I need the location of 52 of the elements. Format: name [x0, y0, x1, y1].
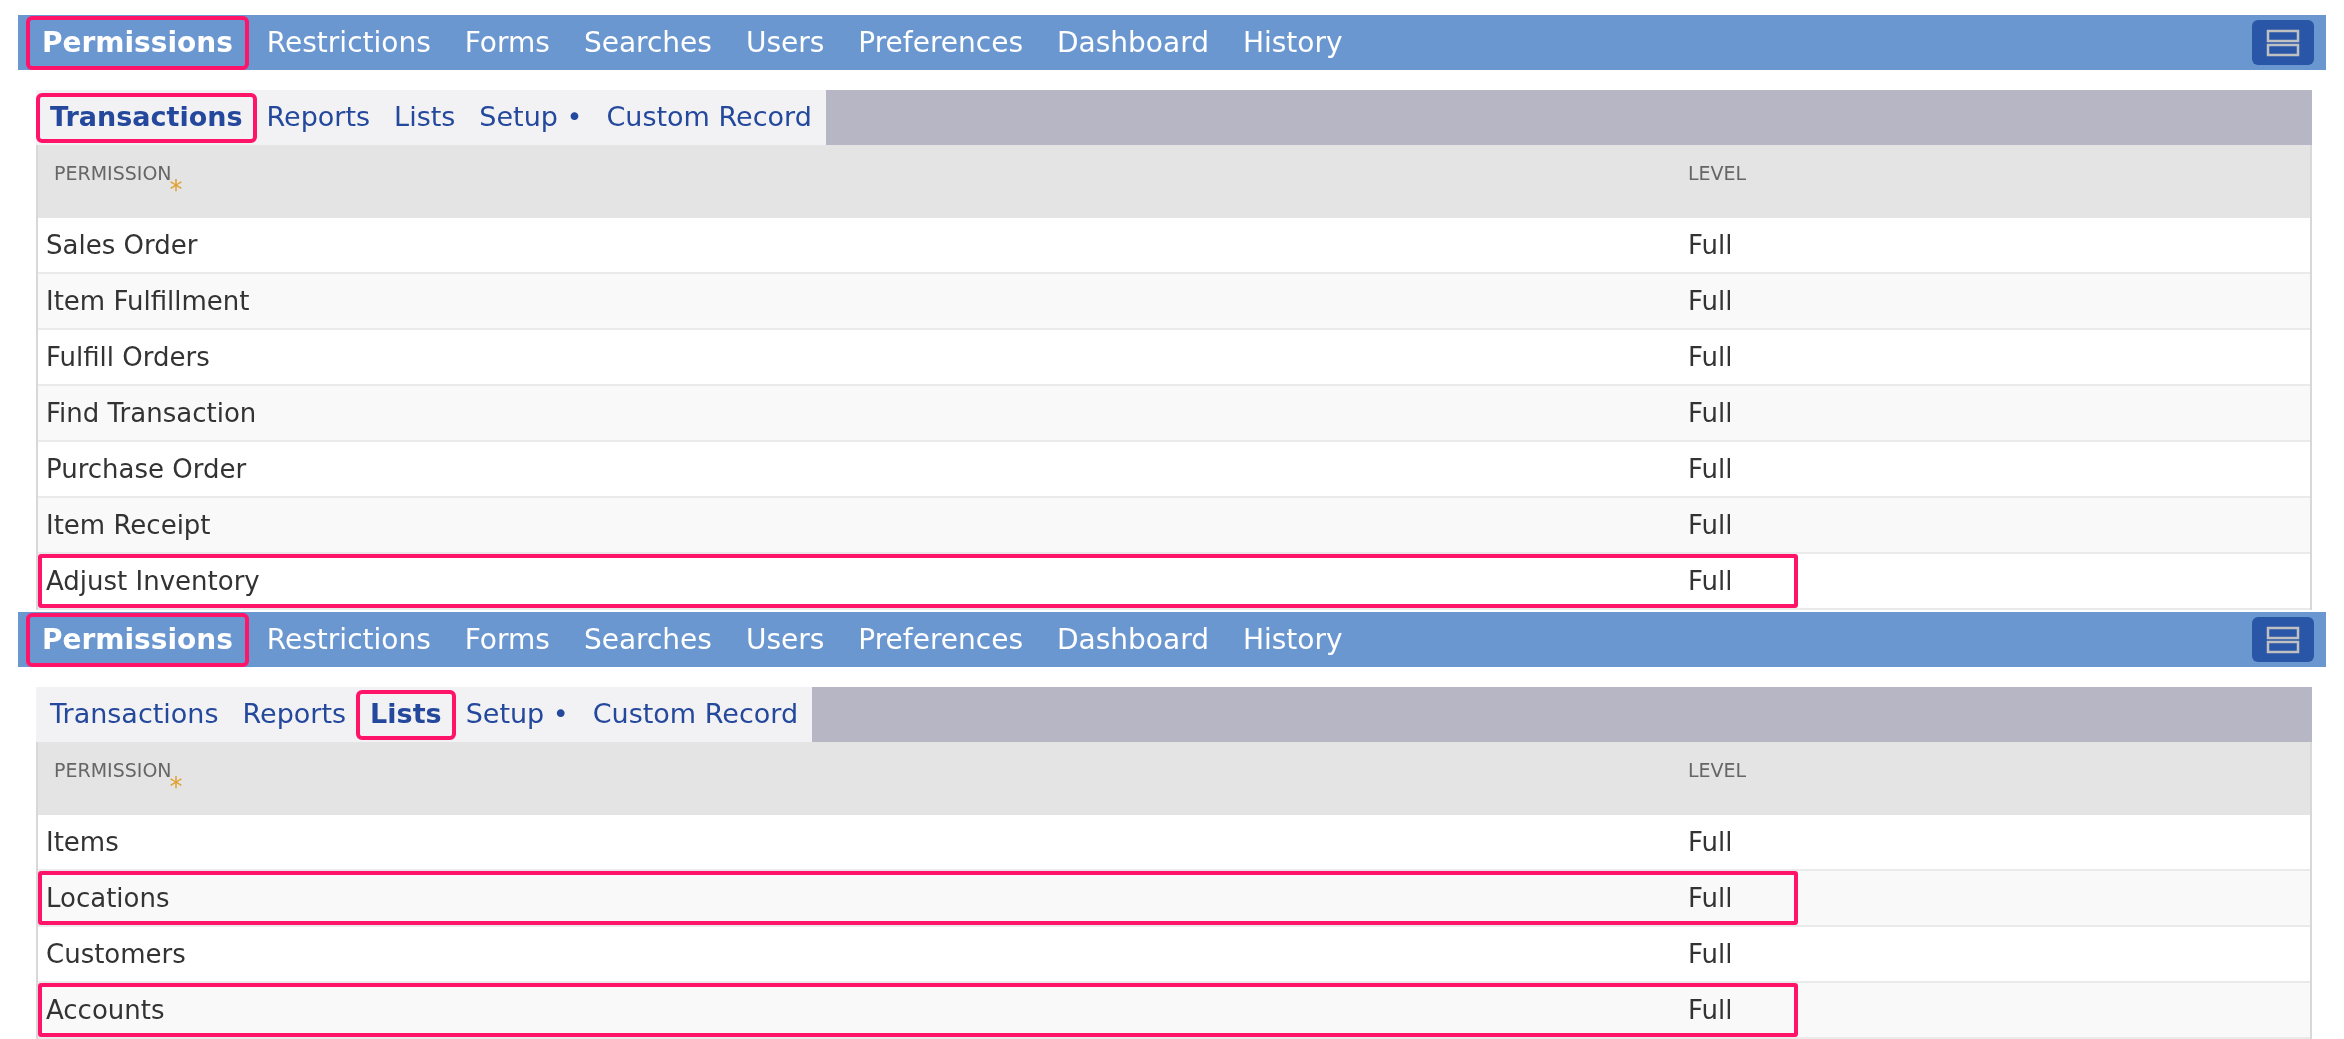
main-tab[interactable]: Searches [571, 616, 724, 663]
main-tab[interactable]: Preferences [846, 19, 1035, 66]
table-cell-text: Full [1688, 564, 1733, 598]
main-tab[interactable]: History [1230, 616, 1355, 663]
sub-tab[interactable]: Custom Record [582, 693, 809, 736]
main-tab[interactable]: Forms [452, 19, 562, 66]
table-cell-text: Accounts [45, 993, 166, 1027]
required-asterisk: * [169, 175, 183, 207]
main-tab[interactable]: Restrictions [254, 19, 443, 66]
table-cell-text: Full [1688, 993, 1733, 1027]
table-cell-text: Purchase Order [45, 452, 248, 486]
main-tab[interactable]: Forms [452, 616, 562, 663]
sub-tab[interactable]: Setup • [455, 693, 579, 736]
table-cell-text: Full [1688, 881, 1733, 915]
table-cell-text: Full [1688, 284, 1733, 318]
main-tab[interactable]: History [1230, 19, 1355, 66]
two-rows-icon [2266, 28, 2300, 57]
main-tab[interactable]: Searches [571, 19, 724, 66]
layout-toggle-button[interactable] [2252, 20, 2314, 65]
main-tab[interactable]: Dashboard [1045, 19, 1221, 66]
table-cell-text: Item Fulfillment [45, 284, 251, 318]
table-cell-text: Items [45, 825, 120, 859]
sub-tab[interactable]: Reports [256, 96, 381, 139]
table-cell-text: Full [1688, 228, 1733, 262]
main-tab[interactable]: Preferences [846, 616, 1035, 663]
main-tab[interactable]: Restrictions [254, 616, 443, 663]
sub-tab[interactable]: Reports [232, 693, 357, 736]
table-cell-text: Full [1688, 825, 1733, 859]
column-header: LEVEL [1688, 758, 1747, 783]
table-cell-text: Full [1688, 396, 1733, 430]
sub-tab[interactable]: Lists [384, 96, 466, 139]
table-cell-text: Fulfill Orders [45, 340, 211, 374]
main-tab[interactable]: Users [733, 616, 837, 663]
table-cell-text: Find Transaction [45, 396, 258, 430]
table-cell-text: Customers [45, 937, 187, 971]
table-cell-text: Adjust Inventory [45, 564, 261, 598]
table-cell-text: Sales Order [45, 228, 199, 262]
table-cell-text: Full [1688, 452, 1733, 486]
main-tab[interactable]: Users [733, 19, 837, 66]
table-cell-text: Full [1688, 937, 1733, 971]
sub-tab[interactable]: Transactions [40, 693, 229, 736]
table-cell-text: Locations [45, 881, 171, 915]
two-rows-icon [2266, 625, 2300, 654]
main-tab[interactable]: Dashboard [1045, 616, 1221, 663]
column-header: LEVEL [1688, 161, 1747, 186]
table-cell-text: Full [1688, 508, 1733, 542]
sub-tab[interactable]: Custom Record [596, 96, 822, 139]
required-asterisk: * [169, 772, 183, 804]
table-cell-text: Item Receipt [45, 508, 212, 542]
layout-toggle-button[interactable] [2252, 617, 2314, 662]
sub-tab[interactable]: Setup • [469, 96, 593, 139]
table-cell-text: Full [1688, 340, 1733, 374]
